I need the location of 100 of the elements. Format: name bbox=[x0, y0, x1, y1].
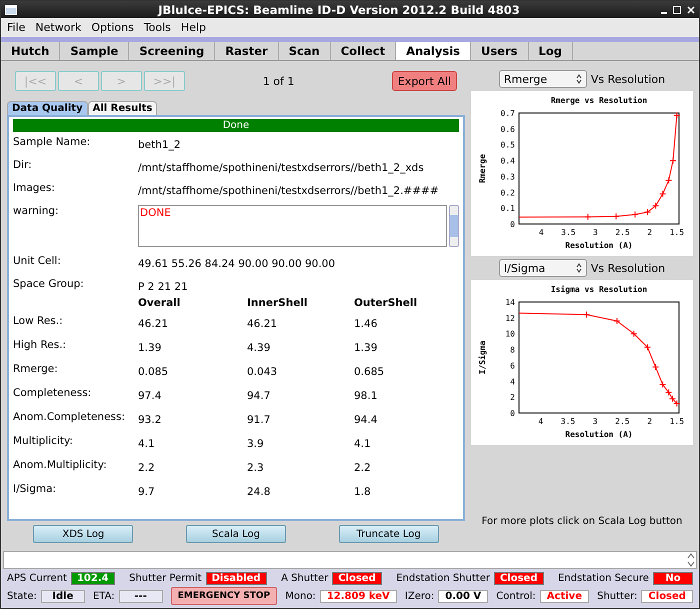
chart-title: Isigma vs Resolution bbox=[550, 285, 648, 294]
status-value: 0.00 V bbox=[438, 590, 488, 602]
status-value: No bbox=[652, 572, 693, 585]
menu-item[interactable]: Options bbox=[91, 21, 134, 34]
field-label: Sample Name: bbox=[13, 136, 92, 148]
status-label: Endstation Shutter bbox=[396, 573, 490, 584]
status-label: Mono: bbox=[285, 590, 316, 602]
spinner-icon bbox=[686, 552, 696, 568]
status-value: 12.809 keV bbox=[320, 590, 397, 602]
row-label: Anom.Completeness: bbox=[13, 410, 126, 425]
column-header: OuterShell bbox=[354, 297, 418, 311]
axis-tick-label: 3.5 bbox=[561, 228, 576, 237]
row-label: I/Sigma: bbox=[13, 482, 58, 497]
tab[interactable]: All Results bbox=[88, 101, 158, 115]
window-title: JBluIce-EPICS: Beamline ID-D Version 2012.2 Build 4803 bbox=[156, 2, 521, 16]
axis-tick-label: 2 bbox=[647, 228, 652, 237]
warning-text-area: DONE bbox=[138, 205, 447, 247]
field-value: /mnt/staffhome/spothineni/testxdserrors//beth1_2.#### bbox=[138, 184, 440, 197]
export-button[interactable]: Export All bbox=[392, 71, 458, 91]
row-label: Rmerge: bbox=[13, 362, 59, 377]
field-value: P 2 21 21 bbox=[138, 280, 189, 293]
table-cell-text: 1.39 bbox=[138, 341, 162, 356]
table-cell-text: 2.3 bbox=[247, 461, 265, 476]
status-label: Shutter: bbox=[597, 590, 638, 602]
select-suffix: Vs Resolution bbox=[590, 262, 666, 274]
minimize-icon bbox=[661, 12, 667, 14]
axis-tick-label: 0.4 bbox=[500, 156, 515, 166]
axis-tick-label: 6 bbox=[510, 361, 515, 370]
menu-item[interactable]: File bbox=[7, 21, 26, 34]
tab[interactable]: Data Quality bbox=[7, 101, 88, 115]
status-label: Endstation Secure bbox=[558, 573, 649, 584]
status-value: Disabled bbox=[206, 572, 267, 585]
tab[interactable]: Analysis bbox=[396, 42, 471, 60]
field-label: Space Group: bbox=[13, 278, 85, 290]
table-cell-text: 97.4 bbox=[138, 389, 162, 404]
tab[interactable]: Scan bbox=[278, 42, 331, 60]
log-button[interactable]: Truncate Log bbox=[338, 525, 439, 543]
data-point bbox=[665, 176, 672, 184]
tab[interactable]: Log bbox=[528, 42, 573, 60]
data-point bbox=[659, 190, 666, 198]
emergency-stop-button[interactable]: EMERGENCY STOP bbox=[170, 587, 278, 605]
table-cell-text: 2.2 bbox=[354, 461, 372, 476]
axis-tick-label: 1.5 bbox=[670, 228, 684, 237]
column-header: Overall bbox=[138, 297, 182, 311]
axis-tick-label: 0.2 bbox=[500, 188, 515, 198]
axis-tick-label: 0.3 bbox=[500, 172, 515, 182]
table-cell-text: 93.2 bbox=[138, 413, 162, 428]
axis-tick-label: 4 bbox=[538, 417, 544, 426]
input-field[interactable] bbox=[3, 551, 697, 569]
hint-text: For more plots click on Scala Log button bbox=[480, 516, 684, 527]
table-cell-text: 94.7 bbox=[247, 389, 272, 404]
table-cell-text: 2.2 bbox=[138, 461, 156, 476]
status-banner: Done bbox=[13, 119, 459, 132]
table-cell-text: 0.085 bbox=[138, 365, 170, 380]
axis-tick-label: 0.7 bbox=[500, 109, 515, 118]
menu-item[interactable]: Network bbox=[35, 21, 82, 34]
table-cell-text: 46.21 bbox=[247, 317, 278, 332]
status-label: ETA: bbox=[92, 590, 115, 602]
data-point bbox=[612, 212, 620, 220]
table-cell-text: 4.1 bbox=[354, 437, 372, 452]
field-label: Unit Cell: bbox=[13, 255, 62, 267]
row-label: Completeness: bbox=[13, 386, 92, 401]
axis-tick-label: 3 bbox=[593, 228, 598, 237]
plot-select[interactable]: I/Sigma bbox=[498, 259, 587, 277]
close-icon bbox=[687, 6, 695, 14]
field-value: 49.61 55.26 84.24 90.00 90.00 90.00 bbox=[138, 257, 336, 270]
status-value: Active bbox=[540, 590, 589, 602]
axis-tick-label: 2.5 bbox=[615, 417, 630, 426]
data-point bbox=[584, 213, 592, 220]
page-indicator: 1 of 1 bbox=[262, 74, 296, 88]
table-cell-text: 1.8 bbox=[354, 485, 372, 500]
data-point bbox=[632, 210, 639, 218]
axis-tick-label: 0 bbox=[510, 409, 515, 418]
row-label: Multiplicity: bbox=[13, 434, 74, 449]
status-value: Closed bbox=[641, 590, 693, 602]
menu-item[interactable]: Tools bbox=[144, 21, 171, 34]
table-cell-text: 1.46 bbox=[354, 317, 378, 332]
plot-select[interactable]: Rmerge bbox=[498, 70, 587, 88]
scrollbar bbox=[449, 205, 459, 247]
status-label: State: bbox=[7, 590, 37, 602]
log-button[interactable]: XDS Log bbox=[33, 525, 134, 543]
row-label: Low Res.: bbox=[13, 314, 64, 329]
axis-tick-label: 0 bbox=[510, 220, 515, 229]
axis-tick-label: 3.5 bbox=[560, 417, 576, 426]
axis-tick-label: 8 bbox=[510, 346, 515, 355]
table-cell-text: 4.1 bbox=[138, 437, 156, 452]
axis-tick-label: 2 bbox=[510, 393, 515, 402]
data-point bbox=[630, 330, 638, 338]
axis-tick-label: 14 bbox=[505, 298, 515, 307]
data-point bbox=[613, 318, 620, 325]
log-button[interactable]: Scala Log bbox=[186, 525, 286, 543]
field-label: Images: bbox=[13, 182, 56, 194]
spinner-icon bbox=[576, 263, 582, 273]
data-point bbox=[670, 157, 677, 164]
menu-item[interactable]: Help bbox=[180, 21, 206, 34]
status-value: Closed bbox=[332, 572, 382, 585]
table-cell-text: 91.7 bbox=[247, 413, 272, 428]
axis-label: Resolution (A) bbox=[565, 430, 633, 439]
tab[interactable]: Collect bbox=[330, 42, 396, 60]
table-cell-text: 98.1 bbox=[354, 389, 378, 404]
